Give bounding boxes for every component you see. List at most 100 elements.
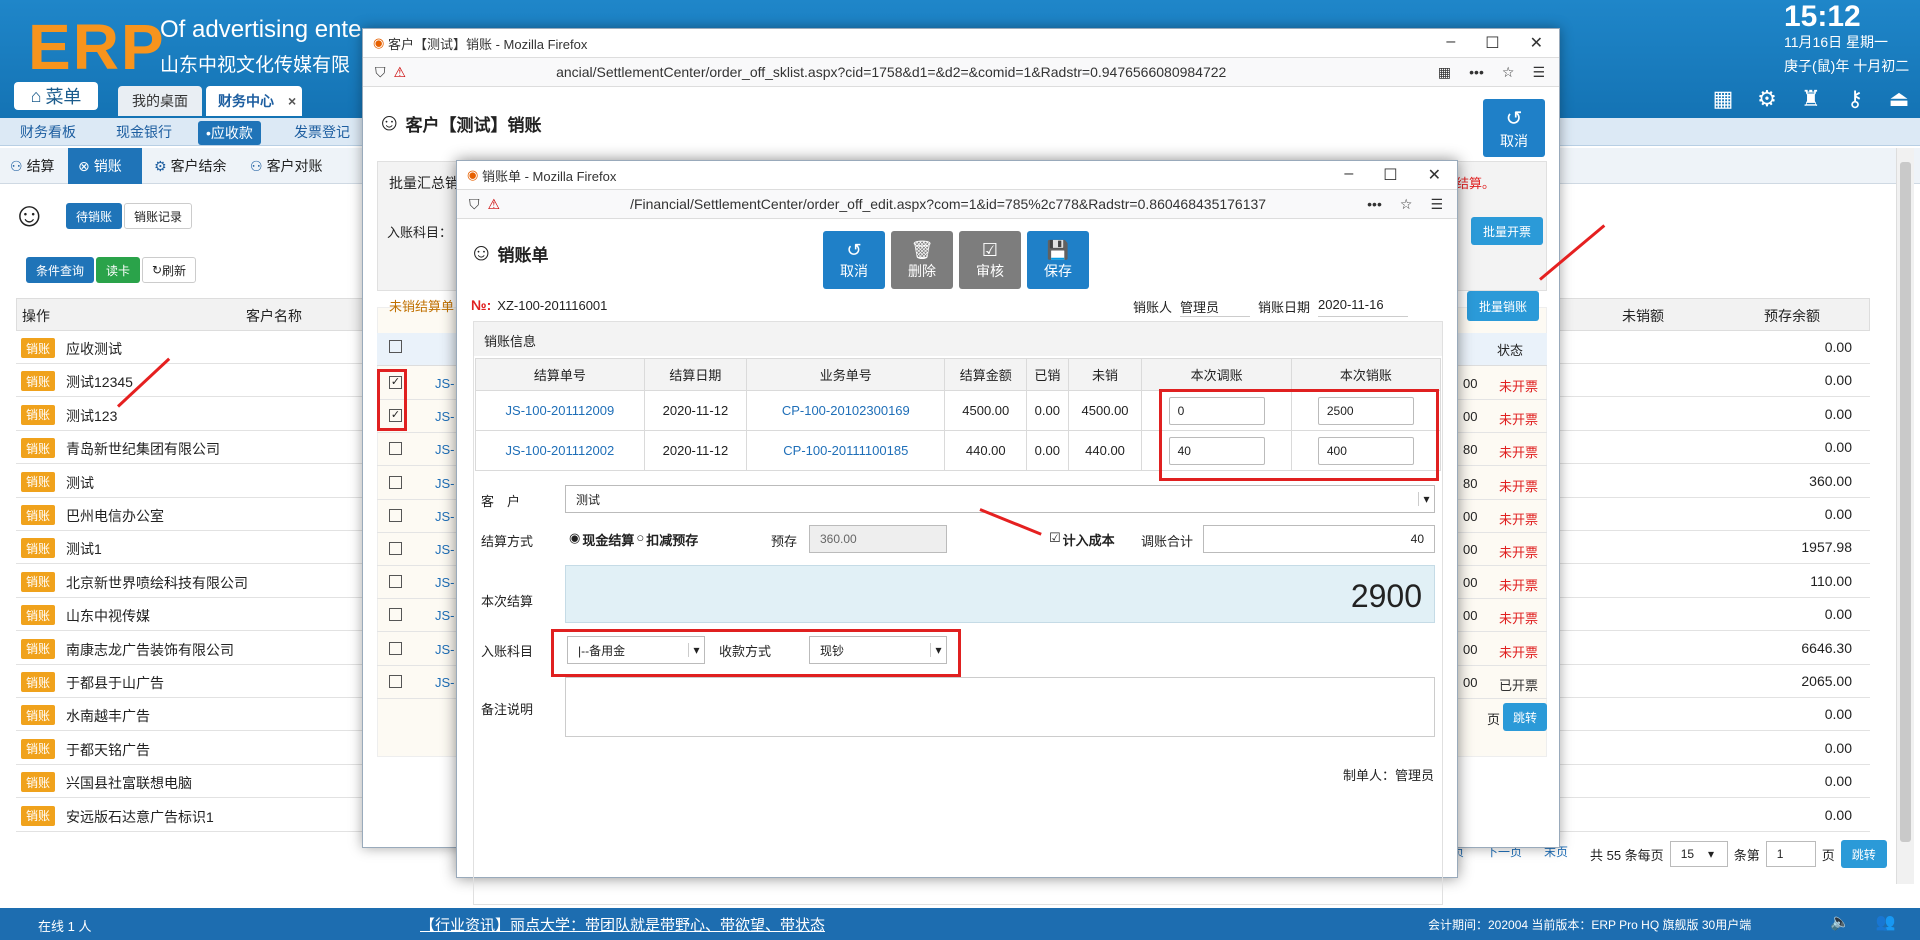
qr-icon[interactable]: ▦ bbox=[1438, 64, 1451, 81]
up-icon[interactable]: ⏏ bbox=[1888, 86, 1910, 112]
writeoff-row-button[interactable]: 销账 bbox=[21, 538, 55, 559]
writeoff-row-button[interactable]: 销账 bbox=[21, 571, 55, 592]
row-link[interactable]: JS- bbox=[435, 575, 455, 590]
more-icon[interactable]: ••• bbox=[1469, 64, 1484, 81]
win1-cancel-button[interactable]: ↺ 取消 bbox=[1483, 99, 1545, 157]
writeoff-row-button[interactable]: 销账 bbox=[21, 404, 55, 425]
star-icon[interactable]: ☆ bbox=[1400, 196, 1413, 213]
users-icon[interactable]: 👥 bbox=[1876, 912, 1896, 932]
shirt-icon[interactable]: ♜ bbox=[1800, 86, 1822, 112]
subnav-cash-bank[interactable]: 现金银行 bbox=[116, 122, 172, 142]
menu-button[interactable]: ⌂ 菜单 bbox=[14, 82, 98, 110]
save-button[interactable]: 💾 保存 bbox=[1027, 231, 1089, 289]
maker: 制单人：管理员 bbox=[1343, 768, 1435, 783]
person-value[interactable]: 管理员 bbox=[1180, 297, 1251, 317]
subnav-invoice[interactable]: 发票登记 bbox=[294, 122, 350, 142]
row-checkbox[interactable] bbox=[389, 442, 402, 456]
writeoff-row-button[interactable]: 销账 bbox=[21, 672, 55, 692]
tab-reconcile[interactable]: ⚇ 客户对账 bbox=[240, 148, 333, 184]
hamburger-icon[interactable]: ☰ bbox=[1532, 64, 1545, 81]
row-link[interactable]: JS- bbox=[435, 376, 455, 391]
url-text[interactable]: ancial/SettlementCenter/order_off_sklist… bbox=[556, 64, 1226, 80]
close-icon[interactable]: ✕ bbox=[1428, 165, 1441, 185]
scrollbar-thumb[interactable] bbox=[1900, 162, 1911, 842]
query-button[interactable]: 条件查询 bbox=[26, 257, 94, 283]
writeoff-row-button[interactable]: 销账 bbox=[21, 338, 55, 358]
maximize-icon[interactable]: ☐ bbox=[1485, 33, 1499, 53]
url-bar-2[interactable]: ⛉ ⚠ /Financial/SettlementCenter/order_off_… bbox=[457, 189, 1457, 219]
row-link[interactable]: JS- bbox=[435, 409, 455, 424]
row-checkbox[interactable] bbox=[389, 608, 402, 622]
news-ticker[interactable]: 【行业资讯】丽点大学：带团队就是带野心、带欲望、带状态 bbox=[420, 914, 825, 935]
radio-deduct[interactable]: ○ bbox=[636, 530, 644, 549]
writeoff-row-button[interactable]: 销账 bbox=[21, 772, 55, 793]
writeoff-row-button[interactable]: 销账 bbox=[21, 605, 55, 626]
writeoff-row-button[interactable]: 销账 bbox=[21, 705, 55, 726]
tab-desktop[interactable]: 我的桌面 bbox=[118, 86, 202, 116]
delete-button[interactable]: 🗑 删除 bbox=[891, 231, 953, 289]
win1-go-button[interactable]: 跳转 bbox=[1503, 703, 1547, 731]
minimize-icon[interactable]: – bbox=[1446, 33, 1455, 53]
pending-tab[interactable]: 待销账 bbox=[66, 203, 122, 229]
writeoff-row-button[interactable]: 销账 bbox=[21, 471, 55, 492]
prestore-amount: 0.00 bbox=[1824, 706, 1852, 723]
cost-checkbox[interactable]: ☑ 计入成本 bbox=[1049, 530, 1115, 549]
tab-balance[interactable]: ⚙ 客户结余 bbox=[144, 148, 237, 184]
minimize-icon[interactable]: – bbox=[1344, 165, 1353, 185]
row-checkbox[interactable] bbox=[389, 475, 402, 489]
date-value[interactable]: 2020-11-16 bbox=[1318, 297, 1409, 317]
go-button[interactable]: 跳转 bbox=[1840, 840, 1887, 868]
row-link[interactable]: JS- bbox=[435, 542, 455, 557]
tab-finance[interactable]: 财务中心 × bbox=[206, 86, 302, 116]
row-checkbox[interactable] bbox=[389, 674, 402, 688]
close-icon[interactable]: × bbox=[288, 93, 296, 109]
row-link[interactable]: JS- bbox=[435, 675, 455, 690]
close-icon[interactable]: ✕ bbox=[1530, 33, 1543, 53]
row-checkbox[interactable] bbox=[389, 508, 402, 522]
key-icon[interactable]: ⚷ bbox=[1844, 86, 1866, 112]
batch-writeoff-button[interactable]: 批量销账 bbox=[1467, 291, 1539, 321]
cancel-button[interactable]: ↺ 取消 bbox=[823, 231, 885, 289]
writeoff-row-button[interactable]: 销账 bbox=[21, 438, 55, 459]
slip-cell: 4500.00 bbox=[1067, 390, 1143, 431]
row-checkbox[interactable] bbox=[389, 641, 402, 655]
records-tab[interactable]: 销账记录 bbox=[124, 203, 192, 229]
audit-button[interactable]: ☑ 审核 bbox=[959, 231, 1021, 289]
row-checkbox[interactable] bbox=[389, 542, 402, 555]
remark-textarea[interactable] bbox=[565, 677, 1435, 737]
tab-writeoff[interactable]: ⊗ 销账 bbox=[68, 148, 142, 184]
card-button[interactable]: 读卡 bbox=[96, 257, 140, 283]
customer-select[interactable]: 测试 ▾ bbox=[565, 485, 1435, 513]
subnav-receivables[interactable]: •应收款 bbox=[198, 121, 261, 145]
row-link[interactable]: JS- bbox=[435, 608, 455, 623]
refresh-button[interactable]: ↻ 刷新 bbox=[142, 257, 196, 283]
star-icon[interactable]: ☆ bbox=[1502, 64, 1515, 81]
tab-settle[interactable]: ⚇ 结算 bbox=[0, 148, 65, 184]
row-link[interactable]: JS- bbox=[435, 442, 455, 457]
row-link[interactable]: JS- bbox=[435, 642, 455, 657]
url-text-2[interactable]: /Financial/SettlementCenter/order_off_ed… bbox=[630, 196, 1316, 212]
writeoff-row-button[interactable]: 销账 bbox=[21, 371, 55, 392]
writeoff-row-button[interactable]: 销账 bbox=[21, 738, 55, 759]
page-input[interactable]: 1 bbox=[1765, 841, 1816, 867]
speaker-icon[interactable]: 🔈 bbox=[1830, 912, 1850, 932]
writeoff-row-button[interactable]: 销账 bbox=[21, 505, 55, 525]
writeoff-row-button[interactable]: 销账 bbox=[21, 638, 55, 659]
page-scrollbar[interactable] bbox=[1896, 148, 1914, 884]
balance-icon: ⚙ bbox=[154, 157, 167, 174]
row-link[interactable]: JS- bbox=[435, 509, 455, 524]
hamburger-icon[interactable]: ☰ bbox=[1430, 196, 1443, 213]
writeoff-row-button[interactable]: 销账 bbox=[21, 805, 55, 826]
grid-icon[interactable]: ▦ bbox=[1712, 86, 1734, 112]
select-all-checkbox[interactable] bbox=[389, 340, 402, 353]
maximize-icon[interactable]: ☐ bbox=[1383, 165, 1397, 185]
gear-icon[interactable]: ⚙ bbox=[1756, 86, 1778, 112]
page-size-select[interactable]: 15 ▾ bbox=[1669, 841, 1728, 867]
batch-invoice-button[interactable]: 批量开票 bbox=[1471, 217, 1543, 245]
url-bar[interactable]: ⛉ ⚠ ancial/SettlementCenter/order_off_skli… bbox=[363, 57, 1559, 87]
row-link[interactable]: JS- bbox=[435, 476, 455, 491]
radio-cash[interactable]: ◉ bbox=[569, 530, 580, 549]
more-icon[interactable]: ••• bbox=[1367, 196, 1382, 213]
row-checkbox[interactable] bbox=[389, 575, 402, 589]
subnav-dashboard[interactable]: 财务看板 bbox=[20, 122, 76, 142]
